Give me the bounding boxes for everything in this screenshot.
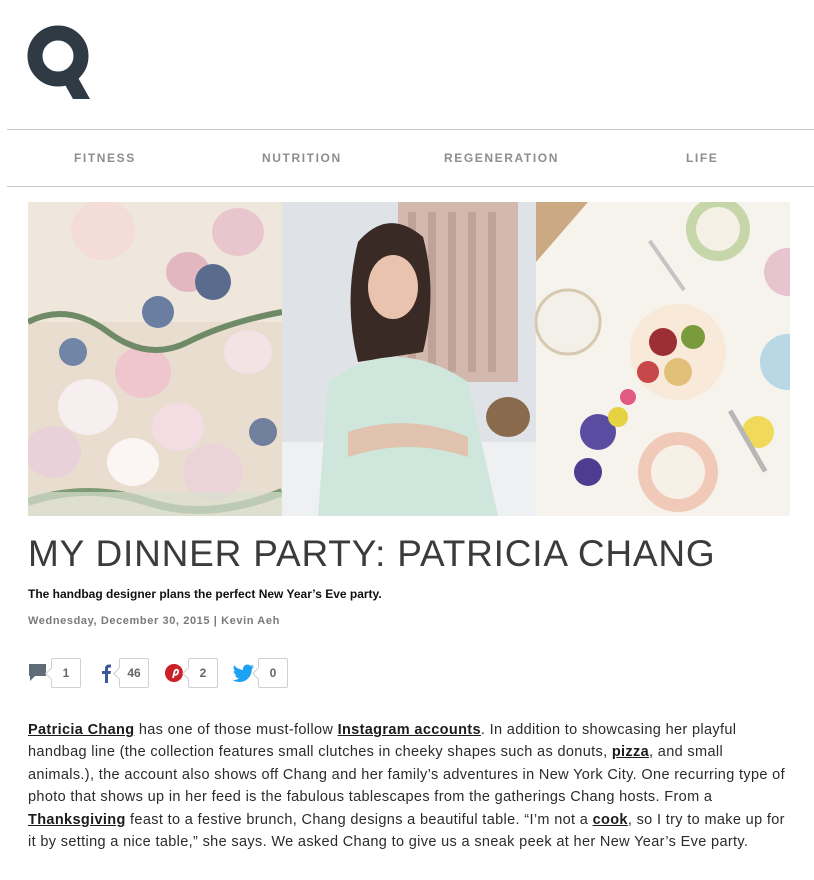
table-setting-photo [534,202,790,516]
meta-separator: | [210,615,222,627]
logo[interactable] [26,22,92,100]
comment-count[interactable]: 1 [51,658,81,688]
article-meta: Wednesday, December 30, 2015 | Kevin Aeh [28,615,280,627]
author-link[interactable]: Kevin Aeh [221,615,280,627]
nav-item-nutrition[interactable]: NUTRITION [262,151,342,165]
link-thanksgiving[interactable]: Thanksgiving [28,812,126,828]
twitter-count[interactable]: 0 [258,658,288,688]
body-text-segment: feast to a festive brunch, Chang designs… [125,811,593,828]
pinterest-count[interactable]: 2 [188,658,218,688]
main-navigation: FITNESS NUTRITION REGENERATION LIFE [7,129,814,187]
nav-item-regeneration[interactable]: REGENERATION [444,151,559,165]
link-patricia-chang[interactable]: Patricia Chang [28,722,134,738]
nav-item-fitness[interactable]: FITNESS [74,151,136,165]
facebook-count[interactable]: 46 [119,658,149,688]
portrait-photo [282,202,536,516]
article-subtitle: The handbag designer plans the perfect N… [28,587,382,601]
hero-image [28,202,790,516]
article-date: Wednesday, December 30, 2015 [28,615,211,627]
article-title: MY DINNER PARTY: PATRICIA CHANG [28,533,716,574]
link-instagram-accounts[interactable]: Instagram accounts [338,722,481,738]
body-text-segment: has one of those must-follow [134,722,338,738]
link-pizza[interactable]: pizza [612,744,649,760]
nav-item-life[interactable]: LIFE [686,151,718,165]
article-body: Patricia Chang has one of those must-fol… [28,719,788,853]
flowers-photo [28,202,284,516]
link-cook[interactable]: cook [593,812,628,828]
